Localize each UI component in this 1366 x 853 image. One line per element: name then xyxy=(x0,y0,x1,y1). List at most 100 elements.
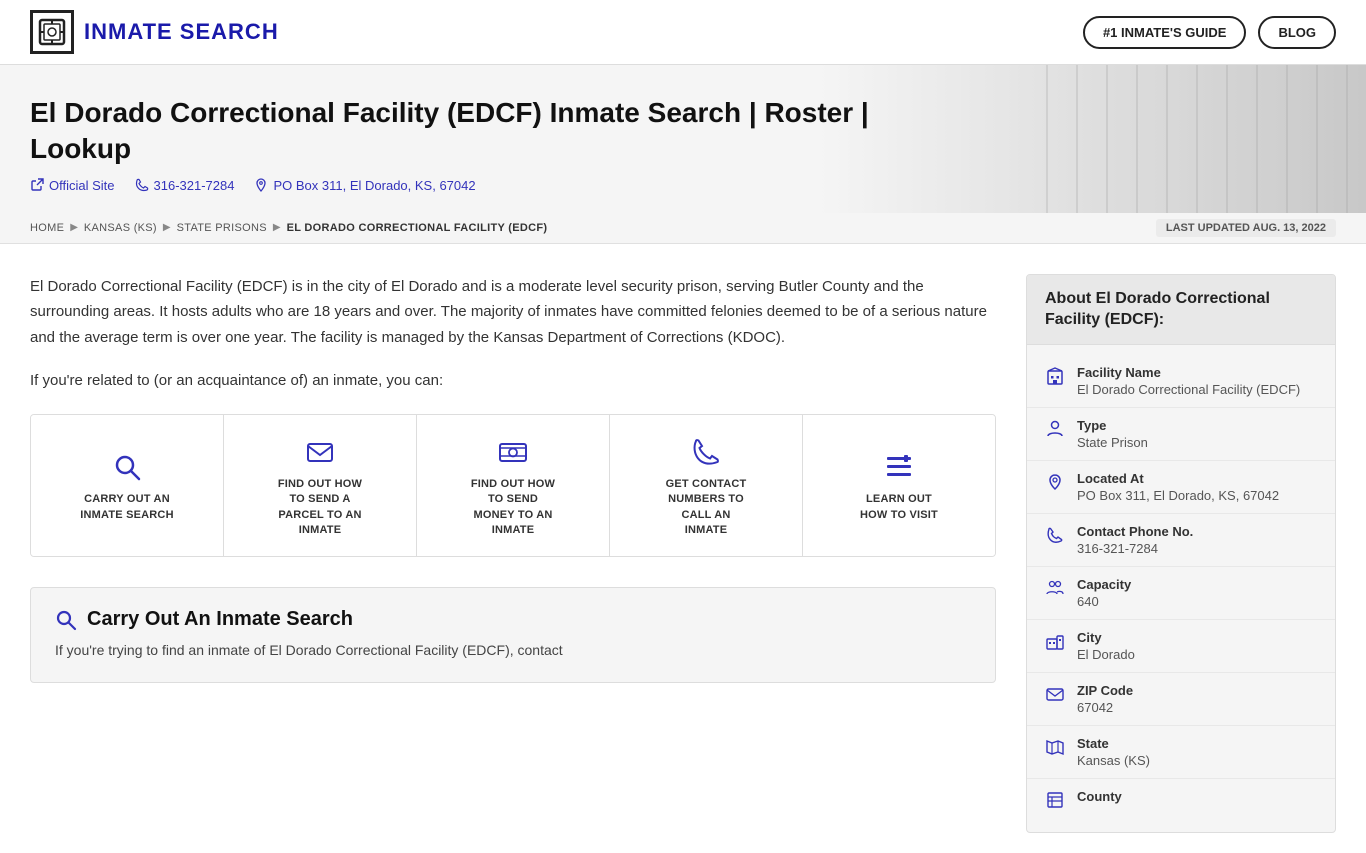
location-content: Located At PO Box 311, El Dorado, KS, 67… xyxy=(1077,471,1279,503)
sidebar-item-capacity: Capacity 640 xyxy=(1027,567,1335,620)
zip-label: ZIP Code xyxy=(1077,683,1133,698)
envelope-icon xyxy=(305,437,335,467)
blog-button[interactable]: BLOG xyxy=(1258,16,1336,49)
capacity-value: 640 xyxy=(1077,594,1131,609)
address-meta: PO Box 311, El Dorado, KS, 67042 xyxy=(254,178,475,193)
sidebar-column: About El Dorado CorrectionalFacility (ED… xyxy=(1026,274,1336,834)
phone-meta[interactable]: 316-321-7284 xyxy=(135,178,235,193)
sidebar-title: About El Dorado CorrectionalFacility (ED… xyxy=(1027,275,1335,346)
state-content: State Kansas (KS) xyxy=(1077,736,1150,768)
guide-button[interactable]: #1 INMATE'S GUIDE xyxy=(1083,16,1246,49)
type-content: Type State Prison xyxy=(1077,418,1148,450)
breadcrumb-current: EL DORADO CORRECTIONAL FACILITY (EDCF) xyxy=(287,222,548,234)
person-icon xyxy=(1045,420,1065,441)
sidebar-item-zip: ZIP Code 67042 xyxy=(1027,673,1335,726)
search-section-title: Carry Out An Inmate Search xyxy=(87,608,353,631)
sidebar-item-county: County xyxy=(1027,779,1335,822)
action-card-parcel[interactable]: FIND OUT HOWTO SEND APARCEL TO ANINMATE xyxy=(224,415,417,557)
last-updated-badge: LAST UPDATED AUG. 13, 2022 xyxy=(1156,219,1336,237)
breadcrumb-sep-2: ▶ xyxy=(163,222,171,233)
action-card-search[interactable]: CARRY OUT ANINMATE SEARCH xyxy=(31,415,224,557)
breadcrumb-sep-1: ▶ xyxy=(70,222,78,233)
official-site-link[interactable]: Official Site xyxy=(30,178,115,193)
pin-icon xyxy=(1045,473,1065,494)
main-layout: El Dorado Correctional Facility (EDCF) i… xyxy=(0,244,1366,853)
building-icon xyxy=(1045,367,1065,388)
breadcrumb-sep-3: ▶ xyxy=(273,222,281,233)
phone-icon-hero xyxy=(135,178,149,192)
breadcrumb: HOME ▶ KANSAS (KS) ▶ STATE PRISONS ▶ EL … xyxy=(0,213,1366,244)
action-cards: CARRY OUT ANINMATE SEARCH FIND OUT HOWTO… xyxy=(30,414,996,558)
action-label-parcel: FIND OUT HOWTO SEND APARCEL TO ANINMATE xyxy=(278,477,362,539)
breadcrumb-kansas[interactable]: KANSAS (KS) xyxy=(84,222,157,234)
search-section-body: If you're trying to find an inmate of El… xyxy=(55,639,971,661)
breadcrumb-state-prisons[interactable]: STATE PRISONS xyxy=(177,222,267,234)
phone-value-hero: 316-321-7284 xyxy=(154,178,235,193)
header: INMATE SEARCH #1 INMATE'S GUIDE BLOG xyxy=(0,0,1366,65)
sidebar-item-city: City El Dorado xyxy=(1027,620,1335,673)
zip-content: ZIP Code 67042 xyxy=(1077,683,1133,715)
header-buttons: #1 INMATE'S GUIDE BLOG xyxy=(1083,16,1336,49)
city-content: City El Dorado xyxy=(1077,630,1135,662)
description-para2: If you're related to (or an acquaintance… xyxy=(30,368,996,394)
official-site-label: Official Site xyxy=(49,178,115,193)
action-label-money: FIND OUT HOWTO SENDMONEY TO ANINMATE xyxy=(471,477,555,539)
mail-icon xyxy=(1045,685,1065,706)
location-label: Located At xyxy=(1077,471,1279,486)
action-label-contact: GET CONTACTNUMBERS TOCALL ANINMATE xyxy=(666,477,747,539)
capacity-label: Capacity xyxy=(1077,577,1131,592)
content-column: El Dorado Correctional Facility (EDCF) i… xyxy=(30,274,996,834)
sidebar-item-type: Type State Prison xyxy=(1027,408,1335,461)
location-icon-hero xyxy=(254,178,268,192)
county-icon xyxy=(1045,791,1065,812)
page-title: El Dorado Correctional Facility (EDCF) I… xyxy=(30,95,880,168)
money-icon xyxy=(498,437,528,467)
sidebar-box: About El Dorado CorrectionalFacility (ED… xyxy=(1026,274,1336,834)
hero-background xyxy=(1046,65,1366,213)
location-value: PO Box 311, El Dorado, KS, 67042 xyxy=(1077,488,1279,503)
search-section-header: Carry Out An Inmate Search xyxy=(55,608,971,631)
hero-banner: El Dorado Correctional Facility (EDCF) I… xyxy=(0,65,1366,213)
sidebar-item-location: Located At PO Box 311, El Dorado, KS, 67… xyxy=(1027,461,1335,514)
breadcrumb-home[interactable]: HOME xyxy=(30,222,64,234)
sidebar-items: Facility Name El Dorado Correctional Fac… xyxy=(1027,345,1335,832)
phone-icon-sidebar xyxy=(1045,526,1065,547)
state-value: Kansas (KS) xyxy=(1077,753,1150,768)
city-label: City xyxy=(1077,630,1135,645)
action-label-search: CARRY OUT ANINMATE SEARCH xyxy=(80,492,173,523)
search-section-icon xyxy=(55,609,77,631)
sidebar-item-facility-name: Facility Name El Dorado Correctional Fac… xyxy=(1027,355,1335,408)
phone-content: Contact Phone No. 316-321-7284 xyxy=(1077,524,1193,556)
logo-area: INMATE SEARCH xyxy=(30,10,279,54)
county-label: County xyxy=(1077,789,1122,804)
address-value-hero: PO Box 311, El Dorado, KS, 67042 xyxy=(273,178,475,193)
logo-icon xyxy=(30,10,74,54)
zip-value: 67042 xyxy=(1077,700,1133,715)
sidebar-item-state: State Kansas (KS) xyxy=(1027,726,1335,779)
action-label-visit: LEARN OUTHOW TO VISIT xyxy=(860,492,938,523)
phone-label: Contact Phone No. xyxy=(1077,524,1193,539)
search-section: Carry Out An Inmate Search If you're try… xyxy=(30,587,996,682)
list-icon xyxy=(884,452,914,482)
link-icon xyxy=(30,178,44,192)
facility-name-label: Facility Name xyxy=(1077,365,1300,380)
type-label: Type xyxy=(1077,418,1148,433)
phone-icon xyxy=(691,437,721,467)
county-content: County xyxy=(1077,789,1122,806)
type-value: State Prison xyxy=(1077,435,1148,450)
action-card-visit[interactable]: LEARN OUTHOW TO VISIT xyxy=(803,415,995,557)
phone-value: 316-321-7284 xyxy=(1077,541,1193,556)
description-para1: El Dorado Correctional Facility (EDCF) i… xyxy=(30,274,996,351)
capacity-content: Capacity 640 xyxy=(1077,577,1131,609)
search-icon xyxy=(112,452,142,482)
action-card-contact[interactable]: GET CONTACTNUMBERS TOCALL ANINMATE xyxy=(610,415,803,557)
facility-name-value: El Dorado Correctional Facility (EDCF) xyxy=(1077,382,1300,397)
state-label: State xyxy=(1077,736,1150,751)
capacity-icon xyxy=(1045,579,1065,600)
action-card-money[interactable]: FIND OUT HOWTO SENDMONEY TO ANINMATE xyxy=(417,415,610,557)
map-icon xyxy=(1045,738,1065,759)
facility-name-content: Facility Name El Dorado Correctional Fac… xyxy=(1077,365,1300,397)
city-icon xyxy=(1045,632,1065,653)
logo-title: INMATE SEARCH xyxy=(84,19,279,45)
sidebar-item-phone: Contact Phone No. 316-321-7284 xyxy=(1027,514,1335,567)
